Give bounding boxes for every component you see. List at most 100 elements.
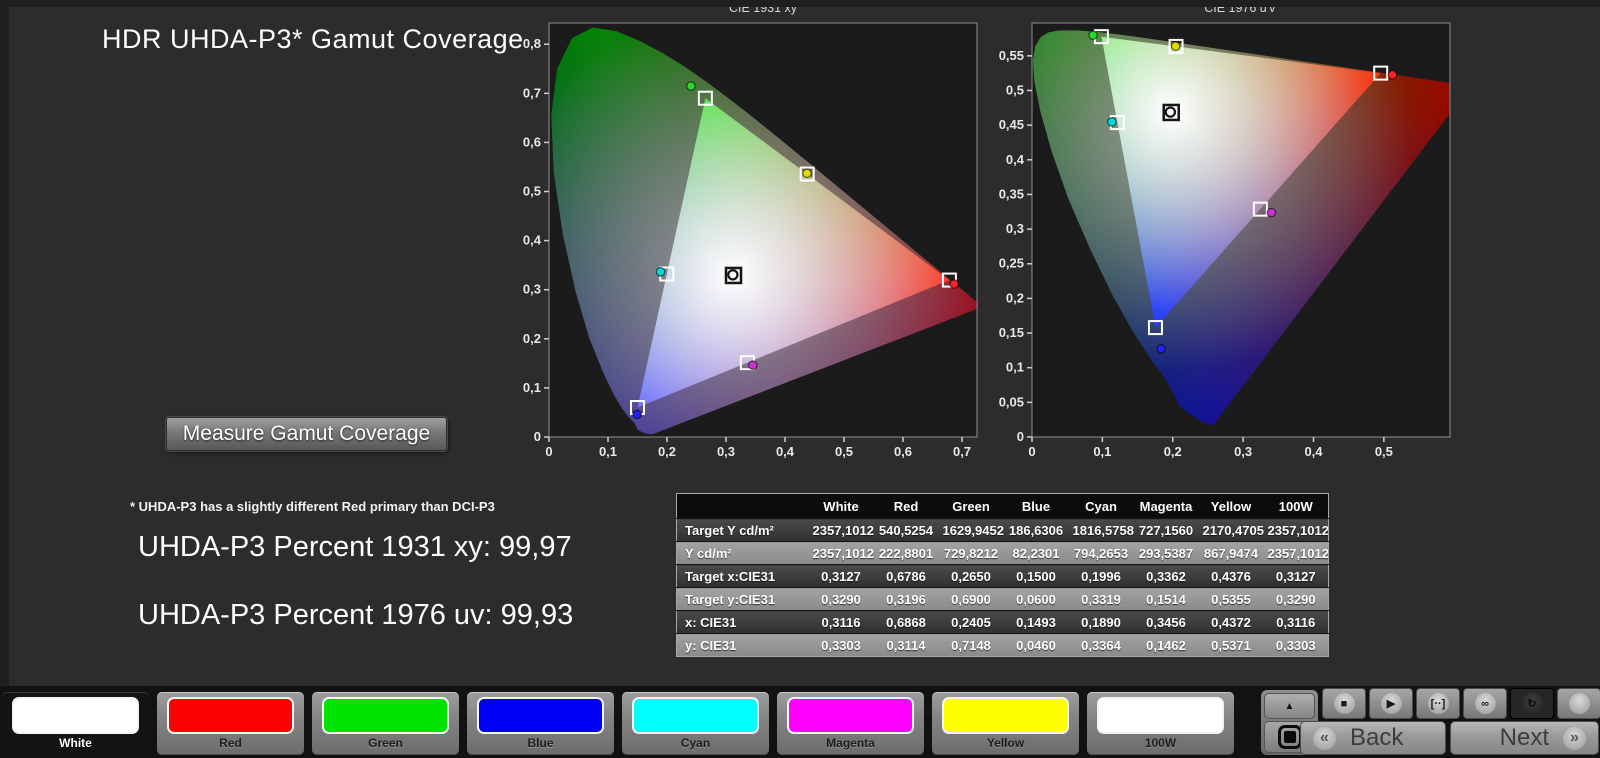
pattern-tile-yellow[interactable]: Yellow	[932, 692, 1079, 755]
measure-transport-buttons: ■ ▶[··] ∞ ↻	[1322, 688, 1600, 719]
endless-measure-button[interactable]: ∞	[1463, 688, 1507, 719]
repeat-measure-button[interactable]: ↻	[1510, 688, 1554, 719]
color-swatch	[942, 697, 1069, 734]
window-size-icon	[1278, 725, 1302, 749]
pattern-tile-label: Cyan	[622, 736, 769, 750]
svg-text:0,2: 0,2	[1164, 444, 1182, 459]
pattern-tile-100w[interactable]: 100W	[1087, 692, 1234, 755]
pattern-tile-green[interactable]: Green	[312, 692, 459, 755]
chevron-right-icon: »	[1563, 727, 1586, 750]
svg-text:0: 0	[1017, 429, 1024, 444]
color-swatch	[167, 697, 294, 734]
pattern-tile-label: Green	[312, 736, 459, 750]
table-cell: 0,3116	[809, 611, 874, 634]
measure-gamut-button[interactable]: Measure Gamut Coverage	[166, 417, 447, 451]
next-button[interactable]: Next »	[1450, 721, 1599, 755]
svg-text:0,45: 0,45	[999, 117, 1024, 132]
table-cell: 1629,9452	[939, 519, 1004, 542]
table-cell: 293,5387	[1134, 542, 1199, 565]
table-cell: 0,3303	[809, 634, 874, 657]
table-cell: 0,2650	[939, 565, 1004, 588]
table-row: y: CIE310,33030,31140,71480,04600,33640,…	[677, 634, 1329, 657]
table-cell: 0,0460	[1004, 634, 1069, 657]
results-table: WhiteRedGreenBlueCyanMagentaYellow100WTa…	[676, 493, 1329, 657]
table-cell: 729,8212	[939, 542, 1004, 565]
pattern-tile-label: Blue	[467, 736, 614, 750]
table-row: Y cd/m²2357,1012222,8801729,821282,23017…	[677, 542, 1329, 565]
svg-text:0,5: 0,5	[523, 184, 541, 199]
pattern-tile-label: Red	[157, 736, 304, 750]
measured-dot-blue	[1157, 345, 1165, 353]
row-label: Y cd/m²	[677, 542, 809, 565]
chevron-left-icon: «	[1313, 727, 1336, 750]
table-cell: 0,5371	[1199, 634, 1264, 657]
svg-text:0,05: 0,05	[999, 394, 1024, 409]
pattern-window-up-button[interactable]: ▲	[1264, 693, 1315, 719]
measured-dot-green	[687, 82, 695, 90]
table-cell: 0,3116	[1264, 611, 1329, 634]
table-cell: 0,1493	[1004, 611, 1069, 634]
svg-text:0,1: 0,1	[523, 380, 541, 395]
table-cell: 0,1462	[1134, 634, 1199, 657]
svg-text:0,25: 0,25	[999, 256, 1024, 271]
table-cell: 2357,1012	[1264, 519, 1329, 542]
cie-1931-chart-title: CIE 1931 xy	[549, 0, 977, 17]
stop-measure-icon: ■	[1334, 693, 1355, 714]
pattern-tile-magenta[interactable]: Magenta	[777, 692, 924, 755]
table-cell: 0,3114	[874, 634, 939, 657]
row-label: Target x:CIE31	[677, 565, 809, 588]
svg-text:0,2: 0,2	[523, 331, 541, 346]
svg-text:0,3: 0,3	[1234, 444, 1252, 459]
col-header-yellow: Yellow	[1199, 494, 1264, 519]
table-row: Target x:CIE310,31270,67860,26500,15000,…	[677, 565, 1329, 588]
col-header-blue: Blue	[1004, 494, 1069, 519]
pattern-tile-label: Yellow	[932, 736, 1079, 750]
svg-text:0,5: 0,5	[835, 444, 853, 459]
calman-gamut-page: HDR UHDA-P3* Gamut Coverage CIE 1931 xy …	[0, 0, 1600, 758]
table-cell: 0,6786	[874, 565, 939, 588]
pattern-tile-white[interactable]: White	[2, 692, 149, 755]
measure-series-button[interactable]: [··]	[1416, 688, 1460, 719]
pattern-tile-cyan[interactable]: Cyan	[622, 692, 769, 755]
measured-dot-magenta	[1267, 208, 1275, 216]
table-cell: 0,3290	[1264, 588, 1329, 611]
table-cell: 0,0600	[1004, 588, 1069, 611]
svg-text:0,4: 0,4	[776, 444, 795, 459]
table-cell: 2357,1012	[809, 542, 874, 565]
table-cell: 0,4376	[1199, 565, 1264, 588]
back-button[interactable]: « Back	[1300, 721, 1446, 755]
table-cell: 794,2653	[1069, 542, 1134, 565]
svg-text:0,55: 0,55	[999, 48, 1024, 63]
table-cell: 222,8801	[874, 542, 939, 565]
table-cell: 0,1890	[1069, 611, 1134, 634]
svg-text:0,4: 0,4	[1304, 444, 1323, 459]
cie-1976-chart-svg: 00,10,20,30,40,500,050,10,150,20,250,30,…	[988, 17, 1458, 463]
extra-measure-button[interactable]	[1557, 688, 1600, 719]
repeat-measure-icon: ↻	[1522, 693, 1543, 714]
svg-text:0,5: 0,5	[1006, 82, 1024, 97]
cie-1976-chart-title: CIE 1976 u'v'	[1032, 0, 1450, 17]
pattern-tile-blue[interactable]: Blue	[467, 692, 614, 755]
col-header-cyan: Cyan	[1069, 494, 1134, 519]
measured-dot-yellow	[1171, 42, 1179, 50]
endless-measure-icon: ∞	[1475, 693, 1496, 714]
measured-dot-cyan	[656, 268, 664, 276]
table-cell: 0,5355	[1199, 588, 1264, 611]
play-measure-button[interactable]: ▶	[1369, 688, 1413, 719]
svg-text:0,7: 0,7	[953, 444, 971, 459]
svg-text:0,1: 0,1	[1006, 360, 1024, 375]
row-label: x: CIE31	[677, 611, 809, 634]
table-cell: 0,6900	[939, 588, 1004, 611]
extra-measure-icon	[1569, 693, 1590, 714]
measured-dot-cyan	[1108, 118, 1116, 126]
table-cell: 0,1996	[1069, 565, 1134, 588]
table-cell: 2170,4705	[1199, 519, 1264, 542]
svg-text:0,6: 0,6	[523, 134, 541, 149]
color-swatch	[477, 697, 604, 734]
pattern-tile-red[interactable]: Red	[157, 692, 304, 755]
svg-text:0: 0	[1028, 444, 1035, 459]
col-header-red: Red	[874, 494, 939, 519]
svg-text:0,4: 0,4	[523, 233, 542, 248]
stop-measure-button[interactable]: ■	[1322, 688, 1366, 719]
color-swatch	[1097, 697, 1224, 734]
